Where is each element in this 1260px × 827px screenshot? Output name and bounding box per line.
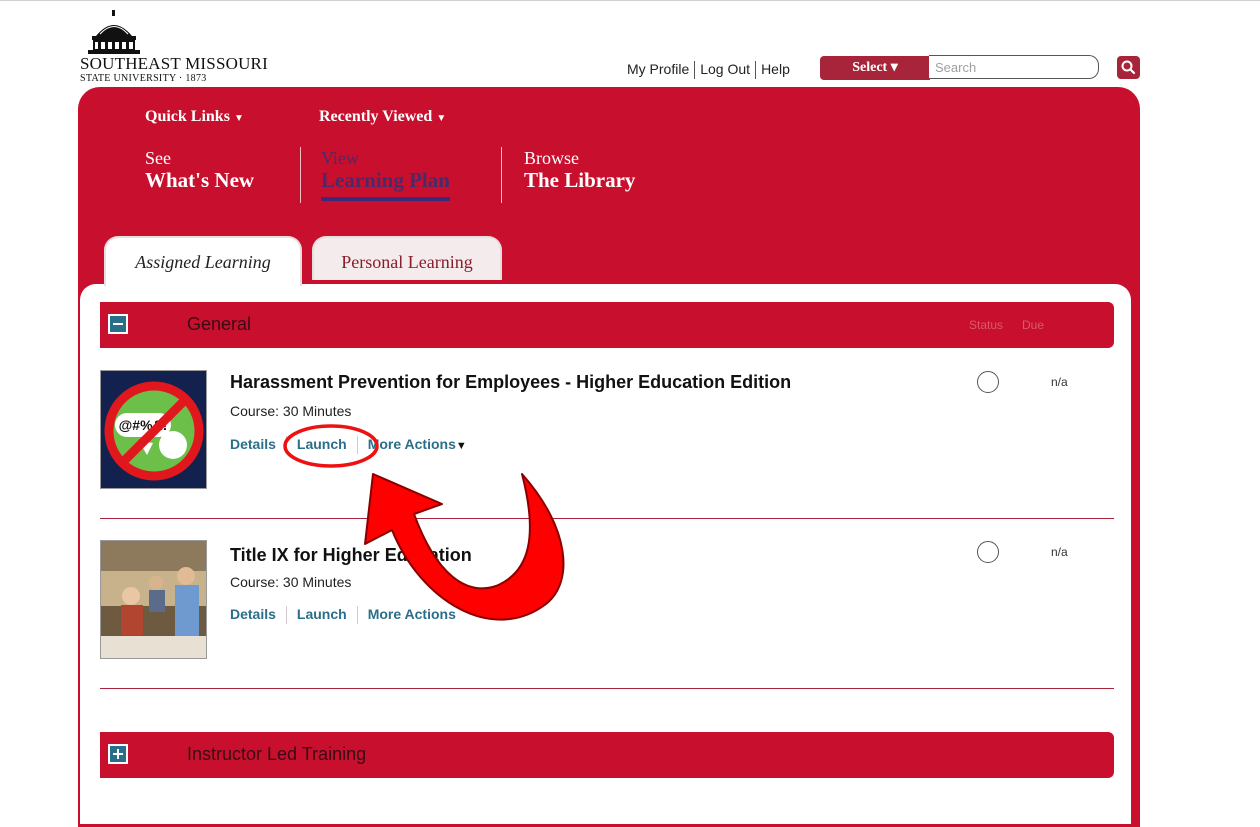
due-column-header: Due	[1022, 318, 1045, 332]
my-profile-link[interactable]: My Profile	[627, 61, 689, 77]
search-button[interactable]	[1117, 56, 1140, 79]
course-meta: Course: 30 Minutes	[230, 574, 352, 590]
nav-learning-plan-small: View	[321, 148, 359, 168]
more-actions-link[interactable]: More Actions	[368, 436, 456, 452]
help-link[interactable]: Help	[761, 61, 790, 77]
nav-library-big: The Library	[524, 168, 636, 192]
nav-whats-new-big: What's New	[145, 168, 255, 192]
course-meta: Course: 30 Minutes	[230, 403, 352, 419]
details-link[interactable]: Details	[230, 606, 276, 622]
caret-down-icon: ▼	[455, 440, 467, 452]
logo-name-line2: STATE UNIVERSITY · 1873	[80, 73, 207, 84]
course-thumbnail-title-ix[interactable]	[100, 540, 207, 659]
status-indicator	[977, 371, 999, 393]
dome-icon	[88, 10, 140, 54]
active-nav-underline	[321, 197, 450, 201]
divider	[755, 61, 757, 80]
caret-down-icon: ▼	[233, 113, 244, 124]
recently-viewed-label: Recently Viewed	[319, 108, 433, 125]
nav-library[interactable]: Browse The Library	[524, 148, 635, 192]
nav-divider	[501, 147, 502, 203]
nav-learning-plan[interactable]: View Learning Plan	[321, 148, 450, 201]
due-value: n/a	[1051, 375, 1068, 389]
recently-viewed-menu[interactable]: Recently Viewed ▼	[319, 108, 446, 126]
top-nav: My Profile Log Out Help	[627, 61, 790, 80]
divider	[356, 436, 358, 455]
more-actions-link[interactable]: More Actions	[368, 606, 456, 622]
collapse-icon[interactable]	[108, 314, 128, 334]
quick-links-menu[interactable]: Quick Links ▼	[145, 108, 244, 126]
nav-learning-plan-big: Learning Plan	[321, 168, 450, 192]
details-link[interactable]: Details	[230, 436, 276, 452]
due-value: n/a	[1051, 545, 1068, 559]
divider	[694, 61, 696, 80]
expand-icon[interactable]	[108, 744, 128, 764]
search-icon	[1121, 60, 1136, 75]
course-title[interactable]: Title IX for Higher Education	[230, 545, 472, 566]
quick-links-label: Quick Links	[145, 108, 230, 125]
section-instructor-header[interactable]: Instructor Led Training	[100, 732, 1114, 778]
divider	[285, 436, 287, 455]
classroom-photo-icon	[101, 541, 206, 658]
launch-link[interactable]: Launch	[297, 606, 347, 622]
nav-divider	[300, 147, 301, 203]
course-title[interactable]: Harassment Prevention for Employees - Hi…	[230, 372, 791, 393]
no-harassment-icon: @#%&!	[101, 371, 206, 488]
divider	[356, 606, 358, 625]
divider	[285, 606, 287, 625]
status-column-header: Status	[969, 318, 1004, 332]
course-actions: Details Launch More Actions▼	[230, 436, 467, 455]
tab-assigned-learning[interactable]: Assigned Learning	[104, 236, 302, 286]
nav-whats-new[interactable]: See What's New	[145, 148, 254, 192]
log-out-link[interactable]: Log Out	[700, 61, 750, 77]
status-indicator	[977, 541, 999, 563]
caret-down-icon: ▼	[436, 113, 447, 124]
launch-link[interactable]: Launch	[297, 436, 347, 452]
university-logo[interactable]: SOUTHEAST MISSOURI STATE UNIVERSITY · 18…	[80, 10, 280, 90]
course-actions: Details Launch More Actions	[230, 606, 456, 625]
search-scope-select[interactable]: Select ▾	[820, 56, 930, 80]
logo-name-line1: SOUTHEAST MISSOURI	[80, 54, 268, 73]
nav-library-small: Browse	[524, 148, 579, 168]
tab-personal-learning[interactable]: Personal Learning	[312, 236, 502, 280]
top-border	[0, 0, 1260, 1]
row-divider	[100, 688, 1114, 689]
course-thumbnail-harassment[interactable]: @#%&!	[100, 370, 207, 489]
section-general-title: General	[187, 314, 252, 334]
nav-whats-new-small: See	[145, 148, 171, 168]
section-general-header[interactable]: General Status Due	[100, 302, 1114, 348]
section-instructor-title: Instructor Led Training	[187, 744, 367, 764]
row-divider	[100, 518, 1114, 519]
search-input[interactable]	[929, 55, 1099, 79]
